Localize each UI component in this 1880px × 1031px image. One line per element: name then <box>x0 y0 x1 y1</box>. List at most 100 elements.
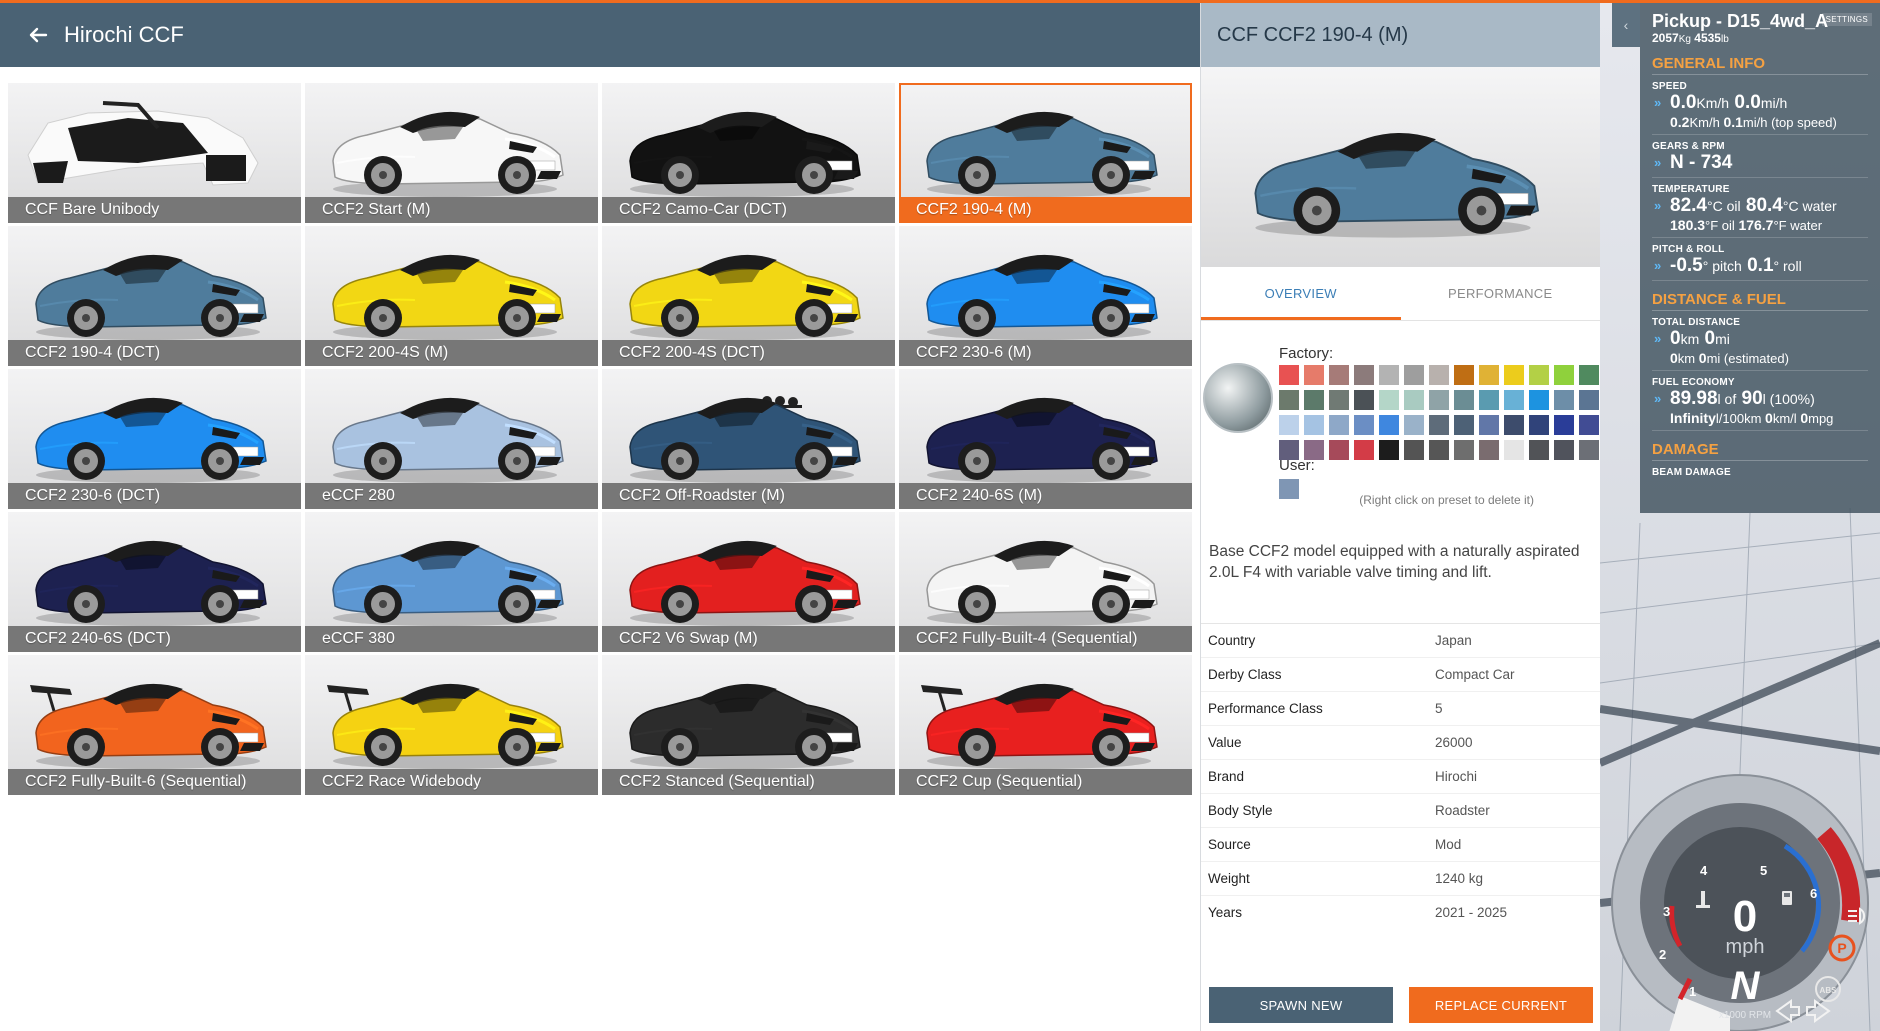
config-card[interactable]: CCF2 Stanced (Sequential) <box>602 655 895 795</box>
config-card[interactable]: CCF2 200-4S (DCT) <box>602 226 895 366</box>
paint-swatch[interactable] <box>1429 440 1449 460</box>
config-card[interactable]: CCF2 Race Widebody <box>305 655 598 795</box>
paint-swatch[interactable] <box>1554 415 1574 435</box>
paint-swatch[interactable] <box>1529 390 1549 410</box>
collapse-panel-tab[interactable]: ‹ <box>1612 3 1640 47</box>
paint-swatch[interactable] <box>1404 415 1424 435</box>
paint-swatch[interactable] <box>1529 365 1549 385</box>
paint-swatch[interactable] <box>1529 415 1549 435</box>
paint-swatch[interactable] <box>1354 440 1374 460</box>
hud-temp-f: 180.3°F oil 176.7°F water <box>1670 217 1823 233</box>
config-card[interactable]: CCF2 230-6 (M) <box>899 226 1192 366</box>
config-card[interactable]: CCF2 240-6S (DCT) <box>8 512 301 652</box>
paint-swatch[interactable] <box>1329 415 1349 435</box>
config-thumbnail <box>926 254 1158 340</box>
paint-swatch[interactable] <box>1479 440 1499 460</box>
rpm-tick-2: 2 <box>1659 947 1666 962</box>
paint-swatch[interactable] <box>1279 390 1299 410</box>
paint-swatch[interactable] <box>1429 415 1449 435</box>
paint-swatch[interactable] <box>1379 440 1399 460</box>
paint-swatch[interactable] <box>1379 390 1399 410</box>
paint-swatch[interactable] <box>1579 390 1599 410</box>
rpm-tick-5: 5 <box>1760 863 1767 878</box>
paint-swatch[interactable] <box>1429 390 1449 410</box>
paint-swatch[interactable] <box>1354 415 1374 435</box>
config-thumbnail <box>926 111 1158 197</box>
paint-swatch[interactable] <box>1554 440 1574 460</box>
hud-mass-lb: 4535 <box>1694 31 1721 45</box>
config-card[interactable]: CCF2 Start (M) <box>305 83 598 223</box>
config-thumbnail <box>332 397 564 483</box>
delete-preset-hint: (Right click on preset to delete it) <box>1359 493 1534 507</box>
paint-swatch[interactable] <box>1429 365 1449 385</box>
config-card[interactable]: CCF2 Off-Roadster (M) <box>602 369 895 509</box>
config-card[interactable]: CCF2 190-4 (M) <box>899 83 1192 223</box>
page-title: Hirochi CCF <box>64 22 184 47</box>
paint-swatch[interactable] <box>1554 390 1574 410</box>
paint-swatch[interactable] <box>1454 415 1474 435</box>
paint-swatch[interactable] <box>1504 440 1524 460</box>
paint-swatch[interactable] <box>1579 415 1599 435</box>
paint-swatch[interactable] <box>1279 365 1299 385</box>
config-card-label: CCF2 V6 Swap (M) <box>602 626 895 652</box>
back-arrow-icon[interactable] <box>26 23 50 47</box>
info-table: Country Japan Derby Class Compact Car Perf… <box>1201 623 1600 929</box>
paint-swatch[interactable] <box>1479 390 1499 410</box>
hud-settings-button[interactable]: SETTINGS <box>1821 13 1872 26</box>
replace-current-button[interactable]: REPLACE CURRENT <box>1409 987 1593 1023</box>
paint-swatch[interactable] <box>1379 415 1399 435</box>
tab-overview[interactable]: OVERVIEW <box>1201 267 1401 320</box>
detail-tabs: OVERVIEW PERFORMANCE <box>1201 267 1600 321</box>
paint-swatch[interactable] <box>1504 415 1524 435</box>
paint-swatch[interactable] <box>1504 390 1524 410</box>
paint-swatch[interactable] <box>1454 440 1474 460</box>
paint-swatch[interactable] <box>1554 365 1574 385</box>
paint-swatch[interactable] <box>1304 365 1324 385</box>
config-card[interactable]: eCCF 280 <box>305 369 598 509</box>
config-card[interactable]: CCF2 Fully-Built-6 (Sequential) <box>8 655 301 795</box>
paint-swatch[interactable] <box>1354 365 1374 385</box>
tab-performance[interactable]: PERFORMANCE <box>1401 267 1601 320</box>
config-card[interactable]: CCF2 Camo-Car (DCT) <box>602 83 895 223</box>
paint-swatch[interactable] <box>1329 365 1349 385</box>
config-card[interactable]: CCF2 240-6S (M) <box>899 369 1192 509</box>
info-value: 5 <box>1435 701 1443 716</box>
hud-temp-label: TEMPERATURE <box>1652 184 1730 195</box>
config-card-label: CCF2 240-6S (M) <box>899 483 1192 509</box>
config-card-label: CCF2 190-4 (DCT) <box>8 340 301 366</box>
spawn-new-button[interactable]: SPAWN NEW <box>1209 987 1393 1023</box>
paint-swatch[interactable] <box>1454 365 1474 385</box>
config-card[interactable]: CCF2 200-4S (M) <box>305 226 598 366</box>
paint-swatch[interactable] <box>1304 415 1324 435</box>
config-card[interactable]: CCF Bare Unibody <box>8 83 301 223</box>
paint-swatch[interactable] <box>1529 440 1549 460</box>
config-card-label: CCF Bare Unibody <box>8 197 301 223</box>
paint-swatch[interactable] <box>1479 415 1499 435</box>
paint-swatch[interactable] <box>1479 365 1499 385</box>
paint-swatch[interactable] <box>1579 440 1599 460</box>
paint-swatch[interactable] <box>1404 365 1424 385</box>
info-row: Performance Class 5 <box>1201 691 1600 725</box>
fuel-pump-icon <box>1782 891 1792 905</box>
paint-swatch[interactable] <box>1504 365 1524 385</box>
paint-swatch[interactable] <box>1404 390 1424 410</box>
paint-swatch[interactable] <box>1454 390 1474 410</box>
config-thumbnail <box>629 396 861 483</box>
paint-swatch[interactable] <box>1329 390 1349 410</box>
paint-swatch[interactable] <box>1329 440 1349 460</box>
config-card[interactable]: eCCF 380 <box>305 512 598 652</box>
paint-swatch[interactable] <box>1404 440 1424 460</box>
config-card[interactable]: CCF2 Fully-Built-4 (Sequential) <box>899 512 1192 652</box>
config-card[interactable]: CCF2 V6 Swap (M) <box>602 512 895 652</box>
config-card[interactable]: CCF2 230-6 (DCT) <box>8 369 301 509</box>
config-grid: CCF Bare Unibody CCF2 Start (M) CCF2 Cam… <box>8 83 1194 795</box>
paint-swatch[interactable] <box>1304 390 1324 410</box>
paint-swatch[interactable] <box>1379 365 1399 385</box>
detail-preview-image <box>1201 67 1600 267</box>
paint-swatch[interactable] <box>1579 365 1599 385</box>
config-card[interactable]: CCF2 Cup (Sequential) <box>899 655 1192 795</box>
config-card[interactable]: CCF2 190-4 (DCT) <box>8 226 301 366</box>
paint-swatch[interactable] <box>1279 415 1299 435</box>
paint-swatch[interactable] <box>1354 390 1374 410</box>
user-paint-swatch[interactable] <box>1279 479 1299 499</box>
